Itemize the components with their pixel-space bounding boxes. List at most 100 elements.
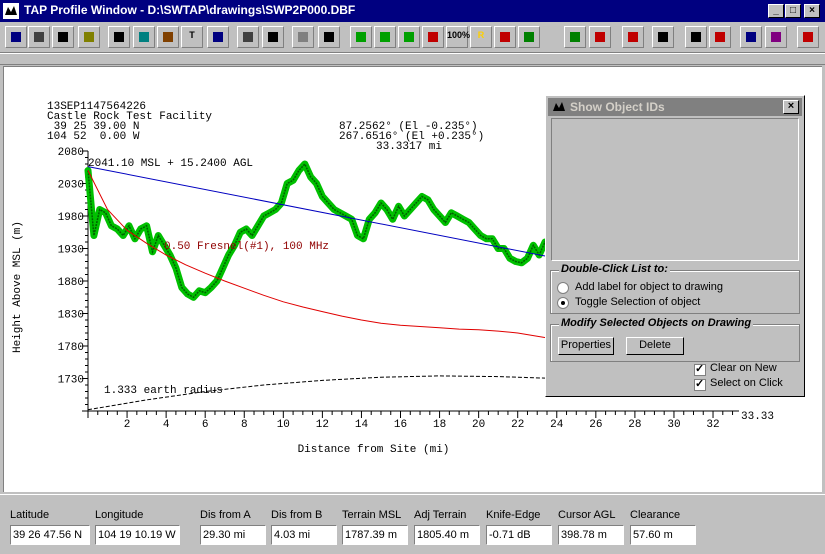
properties-button[interactable]: Properties — [558, 337, 614, 355]
toolbar-colors-button[interactable] — [709, 26, 731, 48]
zoom-100-icon: 100% — [447, 30, 471, 40]
toolbar-delete-button[interactable] — [292, 26, 314, 48]
toolbar-zoom100-button[interactable]: 100% — [446, 26, 471, 48]
radio-add-label[interactable] — [557, 282, 569, 294]
toolbar-layers-button[interactable] — [133, 26, 155, 48]
x-tick-label: 30 — [667, 419, 680, 431]
x-axis-title: Distance from Site (mi) — [298, 444, 450, 456]
toolbar-tools-button[interactable] — [652, 26, 674, 48]
x-tick-label: 10 — [277, 419, 290, 431]
x-tick-label: 6 — [202, 419, 209, 431]
toolbar-info-button[interactable] — [207, 26, 229, 48]
toolbar-select-button[interactable] — [108, 26, 130, 48]
minimize-button[interactable]: _ — [768, 4, 784, 18]
object-id-list[interactable] — [551, 118, 799, 261]
toolbar-r-button[interactable]: R — [470, 26, 492, 48]
layers-icon — [139, 32, 149, 42]
double-click-group-title: Double-Click List to: — [559, 263, 670, 275]
dialog-title-bar[interactable]: Show Object IDs × — [548, 98, 802, 116]
toolbar-print-button[interactable] — [28, 26, 50, 48]
toolbar-separator — [0, 53, 825, 65]
terrain-line — [87, 162, 558, 299]
toolbar-save-button[interactable] — [5, 26, 27, 48]
cursor-agl-value: 398.78 m — [558, 525, 624, 545]
toolbar-clipboard-button[interactable] — [157, 26, 179, 48]
radio-add-label-text[interactable]: Add label for object to drawing — [575, 281, 723, 293]
dis-from-b-value: 4.03 mi — [271, 525, 337, 545]
x-tick-label: 26 — [589, 419, 602, 431]
toolbar-green1-button[interactable] — [350, 26, 372, 48]
toolbar-measure-button[interactable] — [237, 26, 259, 48]
toolbar-edit-button[interactable] — [78, 26, 100, 48]
earth-radius-label: 1.333 earth radius — [104, 385, 223, 397]
x-tick-label: 28 — [628, 419, 641, 431]
toolbar-grid-button[interactable] — [740, 26, 762, 48]
toolbar: T 100% R — [0, 22, 825, 53]
grid-color-icon — [771, 32, 781, 42]
toolbar-text-button[interactable]: T — [181, 26, 203, 48]
text-icon: T — [189, 30, 195, 40]
check-mark-icon: ✓ — [695, 378, 705, 390]
window-title: TAP Profile Window - D:\SWTAP\drawings\S… — [24, 3, 356, 17]
longitude-label: Longitude — [95, 509, 144, 521]
title-bar: TAP Profile Window - D:\SWTAP\drawings\S… — [0, 0, 825, 22]
toolbar-pin-button[interactable] — [398, 26, 420, 48]
rg-icon — [524, 32, 534, 42]
y-tick-label: 2080 — [58, 147, 84, 159]
radio-toggle-selection-text[interactable]: Toggle Selection of object — [575, 296, 700, 308]
y-tick-label: 1830 — [58, 310, 84, 322]
select-on-click-label[interactable]: Select on Click — [710, 377, 783, 389]
dialog-close-button[interactable]: × — [783, 100, 799, 114]
longitude-value: 104 19 10.19 W — [95, 525, 180, 545]
dis-from-a-label: Dis from A — [200, 509, 251, 521]
toolbar-area-button[interactable] — [589, 26, 611, 48]
x-tick-label: 32 — [706, 419, 719, 431]
toolbar-green2-button[interactable] — [374, 26, 396, 48]
radio-toggle-selection[interactable] — [557, 297, 569, 309]
double-click-group: Double-Click List to: Add label for obje… — [550, 263, 800, 314]
pointer-icon — [114, 32, 124, 42]
y-tick-label: 2030 — [58, 180, 84, 192]
latitude-value: 39 26 47.56 N — [10, 525, 90, 545]
toolbar-barchart-button[interactable] — [797, 26, 819, 48]
maximize-button[interactable]: □ — [785, 4, 801, 18]
knife-edge-label: Knife-Edge — [486, 509, 541, 521]
toolbar-rg-button[interactable] — [518, 26, 540, 48]
delete-button[interactable]: Delete — [626, 337, 684, 355]
toolbar-grid2-button[interactable] — [765, 26, 787, 48]
fresnel-label: 0.50 Fresnel(#1), 100 MHz — [164, 241, 330, 253]
terrain-halo — [84, 160, 561, 301]
toolbar-search-button[interactable] — [262, 26, 284, 48]
close-button[interactable]: × — [804, 4, 820, 18]
y-tick-label: 1730 — [58, 375, 84, 387]
colors-icon — [715, 32, 725, 42]
toolbar-crosshair-button[interactable] — [685, 26, 707, 48]
clear-on-new-label[interactable]: Clear on New — [710, 362, 777, 374]
terrain-msl-label: Terrain MSL — [342, 509, 402, 521]
toolbar-line1-button[interactable] — [564, 26, 586, 48]
select-on-click-checkbox[interactable]: ✓ — [694, 378, 706, 391]
y-tick-label: 1780 — [58, 342, 84, 354]
x-tick-label: 16 — [394, 419, 407, 431]
green-square-icon — [380, 32, 390, 42]
y-tick-label: 1930 — [58, 245, 84, 257]
clearance-value: 57.60 m — [630, 525, 696, 545]
clear-on-new-checkbox[interactable]: ✓ — [694, 363, 706, 376]
dis-from-b-label: Dis from B — [271, 509, 323, 521]
show-object-ids-dialog[interactable]: Show Object IDs × Double-Click List to: … — [545, 95, 805, 397]
crosshair-icon — [691, 32, 701, 42]
toolbar-insert-button[interactable] — [318, 26, 340, 48]
printer-icon — [34, 32, 44, 42]
terrain-msl-value: 1787.39 m — [342, 525, 408, 545]
y-axis-title: Height Above MSL (m) — [12, 221, 24, 353]
measure-icon — [243, 32, 253, 42]
toolbar-export-button[interactable] — [52, 26, 74, 48]
arrow-export-icon — [58, 32, 68, 42]
toolbar-red-green-button[interactable] — [422, 26, 444, 48]
check-mark-icon: ✓ — [695, 363, 705, 375]
toolbar-rb-button[interactable] — [494, 26, 516, 48]
x-tick-label: 22 — [511, 419, 524, 431]
toolbar-diag-button[interactable] — [622, 26, 644, 48]
adj-terrain-value: 1805.40 m — [414, 525, 480, 545]
cursor-agl-label: Cursor AGL — [558, 509, 616, 521]
